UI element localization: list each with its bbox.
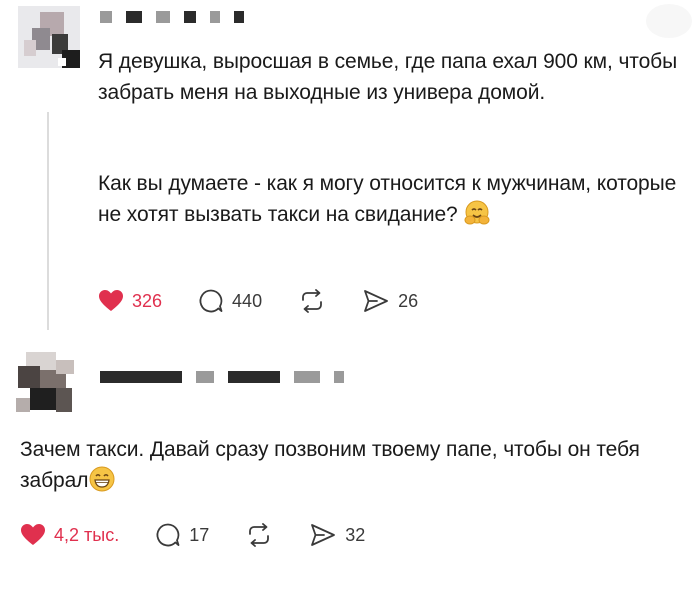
reply-author-avatar[interactable]: [16, 352, 86, 418]
reply-like-count: 4,2 тыс.: [54, 524, 120, 545]
post-repost-button[interactable]: [298, 288, 326, 314]
post-actions-bar: 326 440 26: [98, 286, 454, 316]
reply-share-button[interactable]: 32: [309, 522, 365, 548]
reply-actions-bar: 4,2 тыс. 17 32: [20, 520, 401, 550]
post-author-name[interactable]: [100, 10, 244, 24]
send-icon: [364, 290, 388, 312]
comment-bubble-icon: [156, 523, 180, 547]
post-paragraph-2-text: Как вы думаете - как я могу относится к …: [98, 172, 677, 226]
hugging-face-emoji: [464, 200, 490, 225]
reply-comment-count: 17: [189, 524, 210, 545]
reply-text: Зачем такси. Давай сразу позвоним твоему…: [20, 434, 680, 496]
heart-icon: [21, 524, 45, 545]
post-comment-count: 440: [232, 290, 263, 311]
repost-icon: [249, 523, 270, 547]
heart-icon: [99, 290, 123, 311]
post-author-avatar[interactable]: [18, 6, 80, 68]
reply-like-button[interactable]: 4,2 тыс.: [20, 523, 119, 547]
post-like-count: 326: [132, 290, 163, 311]
send-icon: [311, 524, 336, 546]
post-share-button[interactable]: 26: [362, 288, 418, 314]
reply-comment-button[interactable]: 17: [155, 522, 209, 548]
post-comment-button[interactable]: 440: [198, 288, 262, 314]
post-like-button[interactable]: 326: [98, 289, 162, 313]
reply-repost-button[interactable]: [245, 522, 273, 548]
post-paragraph-2: Как вы думаете - как я могу относится к …: [98, 168, 688, 230]
post-paragraph-1: Я девушка, выросшая в семье, где папа ех…: [98, 50, 678, 104]
comment-bubble-icon: [199, 289, 223, 313]
thread-line: [47, 112, 49, 330]
repost-icon: [302, 289, 322, 313]
reply-author-name[interactable]: [100, 370, 344, 384]
post-share-count: 26: [398, 290, 419, 311]
blurred-header-element: [646, 4, 692, 38]
grinning-face-emoji: [89, 466, 115, 492]
reply-share-count: 32: [345, 524, 366, 545]
